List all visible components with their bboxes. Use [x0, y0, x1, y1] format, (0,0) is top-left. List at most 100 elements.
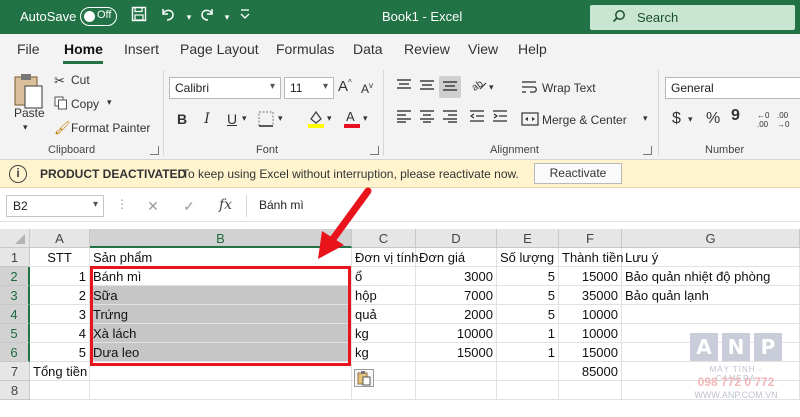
clipboard-launcher-icon[interactable]: [150, 146, 159, 155]
cell-c3[interactable]: hộp: [352, 286, 416, 305]
cell-a8[interactable]: [30, 381, 90, 400]
comma-style-icon[interactable]: 9: [731, 107, 740, 125]
row-header-3[interactable]: 3: [0, 286, 30, 305]
row-header-2[interactable]: 2: [0, 267, 30, 286]
column-header-f[interactable]: F: [559, 229, 622, 248]
cell-g4[interactable]: [622, 305, 800, 324]
tab-home[interactable]: Home: [64, 41, 103, 57]
align-center-icon[interactable]: [416, 107, 438, 129]
tab-page-layout[interactable]: Page Layout: [180, 41, 259, 57]
paste-button[interactable]: Paste: [14, 106, 45, 120]
bold-button[interactable]: B: [171, 108, 193, 130]
column-header-d[interactable]: D: [416, 229, 497, 248]
tab-insert[interactable]: Insert: [124, 41, 159, 57]
cell-a5[interactable]: 4: [30, 324, 90, 343]
cell-e8[interactable]: [497, 381, 559, 400]
tab-review[interactable]: Review: [404, 41, 450, 57]
copy-icon[interactable]: [54, 96, 68, 110]
cell-d1[interactable]: Đơn giá: [416, 248, 497, 267]
cell-g3[interactable]: Bảo quản lạnh: [622, 286, 800, 305]
cell-d8[interactable]: [416, 381, 497, 400]
currency-button[interactable]: $: [672, 110, 681, 128]
underline-button[interactable]: U: [221, 108, 243, 130]
cell-e2[interactable]: 5: [497, 267, 559, 286]
cell-f5[interactable]: 10000: [559, 324, 622, 343]
font-family-select[interactable]: Calibri ▾: [169, 77, 281, 99]
cell-d6[interactable]: 15000: [416, 343, 497, 362]
merge-center-button[interactable]: Merge & Center: [542, 113, 627, 127]
cell-e7[interactable]: [497, 362, 559, 381]
cell-e1[interactable]: Số lượng: [497, 248, 559, 267]
font-color-dropdown-icon[interactable]: ▾: [363, 113, 368, 124]
cut-button[interactable]: Cut: [71, 73, 90, 87]
cell-f4[interactable]: 10000: [559, 305, 622, 324]
fill-color-dropdown-icon[interactable]: ▾: [327, 113, 332, 124]
cell-a6[interactable]: 5: [30, 343, 90, 362]
tab-view[interactable]: View: [468, 41, 498, 57]
borders-dropdown-icon[interactable]: ▾: [278, 113, 283, 124]
decrease-indent-icon[interactable]: [466, 107, 488, 129]
cell-c6[interactable]: kg: [352, 343, 416, 362]
copy-dropdown-icon[interactable]: ▾: [107, 97, 112, 108]
middle-align-icon[interactable]: [416, 76, 438, 98]
confirm-entry-icon[interactable]: ✓: [179, 196, 199, 216]
customize-toolbar-icon[interactable]: [234, 6, 256, 28]
cell-a1[interactable]: STT: [30, 248, 90, 267]
cell-f1[interactable]: Thành tiền: [559, 248, 623, 267]
increase-font-size-icon[interactable]: A^: [338, 78, 352, 95]
cell-e6[interactable]: 1: [497, 343, 559, 362]
cut-icon[interactable]: ✂: [54, 73, 65, 89]
cell-b8[interactable]: [90, 381, 352, 400]
underline-dropdown-icon[interactable]: ▾: [242, 113, 247, 124]
cell-d2[interactable]: 3000: [416, 267, 497, 286]
column-header-g[interactable]: G: [622, 229, 800, 248]
font-launcher-icon[interactable]: [370, 146, 379, 155]
top-align-icon[interactable]: [393, 76, 415, 98]
italic-button[interactable]: I: [196, 108, 218, 130]
cell-g2[interactable]: Bảo quản nhiệt độ phòng: [622, 267, 800, 286]
merge-center-icon[interactable]: [521, 111, 539, 127]
redo-icon[interactable]: [196, 6, 218, 28]
cell-c4[interactable]: quả: [352, 305, 416, 324]
select-all-button[interactable]: [0, 229, 30, 248]
row-header-6[interactable]: 6: [0, 343, 30, 362]
cell-e4[interactable]: 5: [497, 305, 559, 324]
align-left-icon[interactable]: [393, 107, 415, 129]
wrap-text-button[interactable]: Wrap Text: [542, 81, 596, 95]
cell-g1[interactable]: Lưu ý: [622, 248, 800, 267]
cell-c5[interactable]: kg: [352, 324, 416, 343]
row-header-4[interactable]: 4: [0, 305, 30, 324]
cell-a3[interactable]: 2: [30, 286, 90, 305]
row-header-1[interactable]: 1: [0, 248, 30, 267]
number-format-select[interactable]: General: [665, 77, 800, 99]
search-box[interactable]: Search: [590, 5, 795, 30]
decrease-font-size-icon[interactable]: Av: [361, 81, 373, 96]
format-painter-icon[interactable]: 🖌: [54, 120, 71, 136]
alignment-launcher-icon[interactable]: [643, 146, 652, 155]
column-header-a[interactable]: A: [30, 229, 90, 248]
insert-function-icon[interactable]: fx: [219, 197, 232, 213]
format-painter-button[interactable]: Format Painter: [71, 121, 150, 135]
align-right-icon[interactable]: [439, 107, 461, 129]
save-icon[interactable]: [128, 6, 150, 28]
cell-d3[interactable]: 7000: [416, 286, 497, 305]
formula-bar-grip-icon[interactable]: ⋮: [116, 197, 128, 211]
cell-f6[interactable]: 15000: [559, 343, 622, 362]
cell-f2[interactable]: 15000: [559, 267, 622, 286]
merge-dropdown-icon[interactable]: ▾: [643, 113, 648, 124]
cancel-entry-icon[interactable]: ✕: [143, 196, 163, 216]
cell-d4[interactable]: 2000: [416, 305, 497, 324]
orientation-dropdown-icon[interactable]: ▾: [489, 82, 494, 93]
borders-icon[interactable]: [258, 111, 276, 127]
cell-a7[interactable]: Tổng tiền: [30, 362, 90, 381]
row-header-8[interactable]: 8: [0, 381, 30, 400]
tab-help[interactable]: Help: [518, 41, 547, 57]
percent-button[interactable]: %: [706, 110, 720, 128]
copy-button[interactable]: Copy: [71, 97, 99, 111]
row-header-7[interactable]: 7: [0, 362, 30, 381]
row-header-5[interactable]: 5: [0, 324, 30, 343]
paste-options-icon[interactable]: [354, 369, 374, 387]
cell-c2[interactable]: ổ: [352, 267, 416, 286]
wrap-text-icon[interactable]: [521, 79, 539, 95]
orientation-icon[interactable]: ab: [468, 76, 490, 98]
